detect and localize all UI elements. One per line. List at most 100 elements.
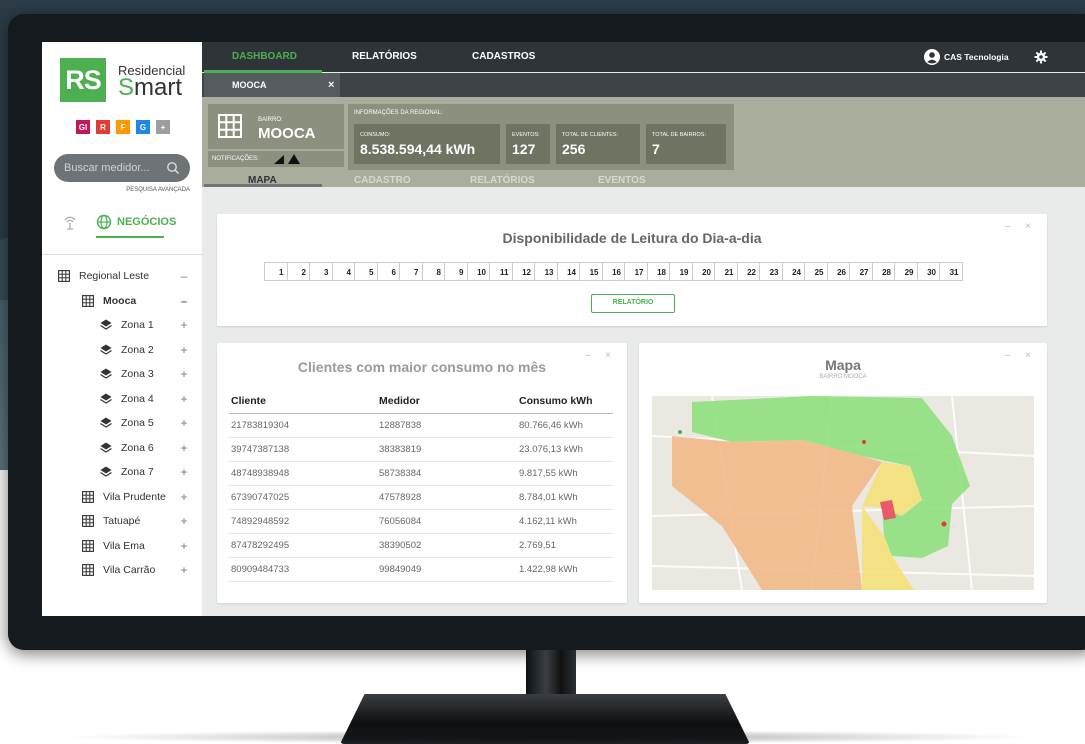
- table-row[interactable]: 48748938948 58738384 9.817,55 kWh: [229, 461, 613, 486]
- tree-item[interactable]: Tatuapé +: [42, 509, 202, 534]
- tree-item[interactable]: Mooca –: [42, 289, 202, 314]
- day-cell[interactable]: 4: [331, 262, 355, 281]
- brand-badge-f[interactable]: F: [116, 120, 130, 134]
- nav-records[interactable]: CADASTROS: [472, 51, 535, 62]
- tree-item[interactable]: Zona 1 +: [42, 313, 202, 338]
- stat-bairros: TOTAL DE BAIRROS: 7: [646, 124, 726, 164]
- day-cell[interactable]: 17: [624, 262, 648, 281]
- day-cell[interactable]: 20: [691, 262, 715, 281]
- tree-toggle[interactable]: +: [176, 490, 192, 504]
- tab-cadastro[interactable]: CADASTRO: [354, 175, 411, 186]
- search-icon[interactable]: [166, 161, 180, 175]
- day-cell[interactable]: 14: [556, 262, 580, 281]
- tree-toggle[interactable]: +: [176, 392, 192, 406]
- report-button[interactable]: RELATÓRIO: [591, 294, 675, 313]
- tree-item[interactable]: Zona 2 +: [42, 338, 202, 363]
- tree-item[interactable]: Zona 6 +: [42, 436, 202, 461]
- day-cell[interactable]: 12: [511, 262, 535, 281]
- tree-toggle[interactable]: +: [176, 514, 192, 528]
- day-cell[interactable]: 25: [804, 262, 828, 281]
- tab-mooca[interactable]: MOOCA ×: [204, 73, 340, 97]
- neighborhood-map[interactable]: [652, 396, 1034, 590]
- tab-relatorios[interactable]: RELATÓRIOS: [470, 175, 535, 186]
- tree-item[interactable]: Zona 4 +: [42, 387, 202, 412]
- day-cell[interactable]: 2: [286, 262, 310, 281]
- tree-toggle[interactable]: +: [176, 318, 192, 332]
- tree-item[interactable]: Vila Ema +: [42, 534, 202, 559]
- table-row[interactable]: 87478292495 38390502 2.769,51: [229, 533, 613, 558]
- day-cell[interactable]: 13: [534, 262, 558, 281]
- tree-toggle[interactable]: +: [176, 563, 192, 577]
- day-cell[interactable]: 5: [354, 262, 378, 281]
- day-cell[interactable]: 24: [781, 262, 805, 281]
- day-cell[interactable]: 26: [826, 262, 850, 281]
- column-header-consumption[interactable]: Consumo kWh: [517, 389, 613, 414]
- day-cell[interactable]: 19: [669, 262, 693, 281]
- consumption-cell: 2.769,51: [517, 533, 613, 558]
- day-cell[interactable]: 23: [759, 262, 783, 281]
- tree-item[interactable]: Vila Carrão +: [42, 558, 202, 583]
- nav-reports[interactable]: RELATÓRIOS: [352, 51, 417, 62]
- stat-clientes-label: TOTAL DE CLIENTES:: [562, 132, 619, 138]
- tree-item[interactable]: Vila Prudente +: [42, 485, 202, 510]
- tree-item[interactable]: Zona 7 +: [42, 460, 202, 485]
- table-row[interactable]: 67390747025 47578928 8.784,01 kWh: [229, 485, 613, 510]
- day-cell[interactable]: 15: [579, 262, 603, 281]
- tab-eventos[interactable]: EVENTOS: [598, 175, 646, 186]
- table-row[interactable]: 21783819304 12887838 80.766,46 kWh: [229, 413, 613, 438]
- day-cell[interactable]: 30: [916, 262, 940, 281]
- gear-icon[interactable]: [1034, 50, 1048, 64]
- day-cell[interactable]: 1: [264, 262, 288, 281]
- day-cell[interactable]: 8: [421, 262, 445, 281]
- search-input[interactable]: [64, 162, 162, 174]
- close-icon[interactable]: ×: [328, 79, 334, 91]
- tree-toggle[interactable]: +: [176, 367, 192, 381]
- brand-badge-gi[interactable]: GI: [76, 120, 90, 134]
- tree-toggle[interactable]: –: [176, 294, 192, 308]
- business-tab[interactable]: NEGÓCIOS: [117, 216, 176, 228]
- brand-badge-add[interactable]: +: [156, 120, 170, 134]
- tree-toggle[interactable]: –: [176, 269, 192, 283]
- user-icon[interactable]: [924, 49, 940, 65]
- table-row[interactable]: 74892948592 76056084 4.162,11 kWh: [229, 509, 613, 534]
- tree-toggle[interactable]: +: [176, 441, 192, 455]
- logo[interactable]: RS Residencial Smart: [60, 58, 186, 102]
- nav-dashboard[interactable]: DASHBOARD: [232, 51, 297, 62]
- globe-icon[interactable]: [96, 214, 112, 230]
- advanced-search-link[interactable]: PESQUISA AVANÇADA: [126, 187, 190, 193]
- day-cell[interactable]: 27: [849, 262, 873, 281]
- tree-toggle[interactable]: +: [176, 539, 192, 553]
- tree-item-label: Regional Leste: [79, 270, 150, 283]
- antenna-icon[interactable]: [62, 214, 78, 230]
- tree-toggle[interactable]: +: [176, 465, 192, 479]
- day-cell[interactable]: 10: [466, 262, 490, 281]
- tree-toggle[interactable]: +: [176, 343, 192, 357]
- day-cell[interactable]: 11: [489, 262, 513, 281]
- day-cell[interactable]: 7: [399, 262, 423, 281]
- grid-icon: [218, 114, 242, 138]
- tree-toggle[interactable]: +: [176, 416, 192, 430]
- day-cell[interactable]: 3: [309, 262, 333, 281]
- day-cell[interactable]: 28: [871, 262, 895, 281]
- day-cell[interactable]: 16: [601, 262, 625, 281]
- brand-badge-r[interactable]: R: [96, 120, 110, 134]
- table-row[interactable]: 39747387138 38383819 23.076,13 kWh: [229, 437, 613, 462]
- tree-item-label: Zona 3: [121, 368, 154, 381]
- day-cell[interactable]: 9: [444, 262, 468, 281]
- signal-warning-icons[interactable]: [272, 153, 302, 165]
- tree-item[interactable]: Zona 3 +: [42, 362, 202, 387]
- user-name[interactable]: CAS Tecnologia: [944, 52, 1009, 62]
- day-cell[interactable]: 31: [939, 262, 963, 281]
- table-row[interactable]: 80909484733 99849049 1.422,98 kWh: [229, 557, 613, 582]
- tree-item[interactable]: Zona 5 +: [42, 411, 202, 436]
- column-header-client[interactable]: Cliente: [229, 389, 377, 414]
- day-cell[interactable]: 22: [736, 262, 760, 281]
- day-cell[interactable]: 18: [646, 262, 670, 281]
- tree-item[interactable]: Regional Leste –: [42, 264, 202, 289]
- column-header-meter[interactable]: Medidor: [377, 389, 517, 414]
- day-cell[interactable]: 29: [894, 262, 918, 281]
- brand-badge-g[interactable]: G: [136, 120, 150, 134]
- consumption-cell: 4.162,11 kWh: [517, 509, 613, 534]
- day-cell[interactable]: 21: [714, 262, 738, 281]
- day-cell[interactable]: 6: [376, 262, 400, 281]
